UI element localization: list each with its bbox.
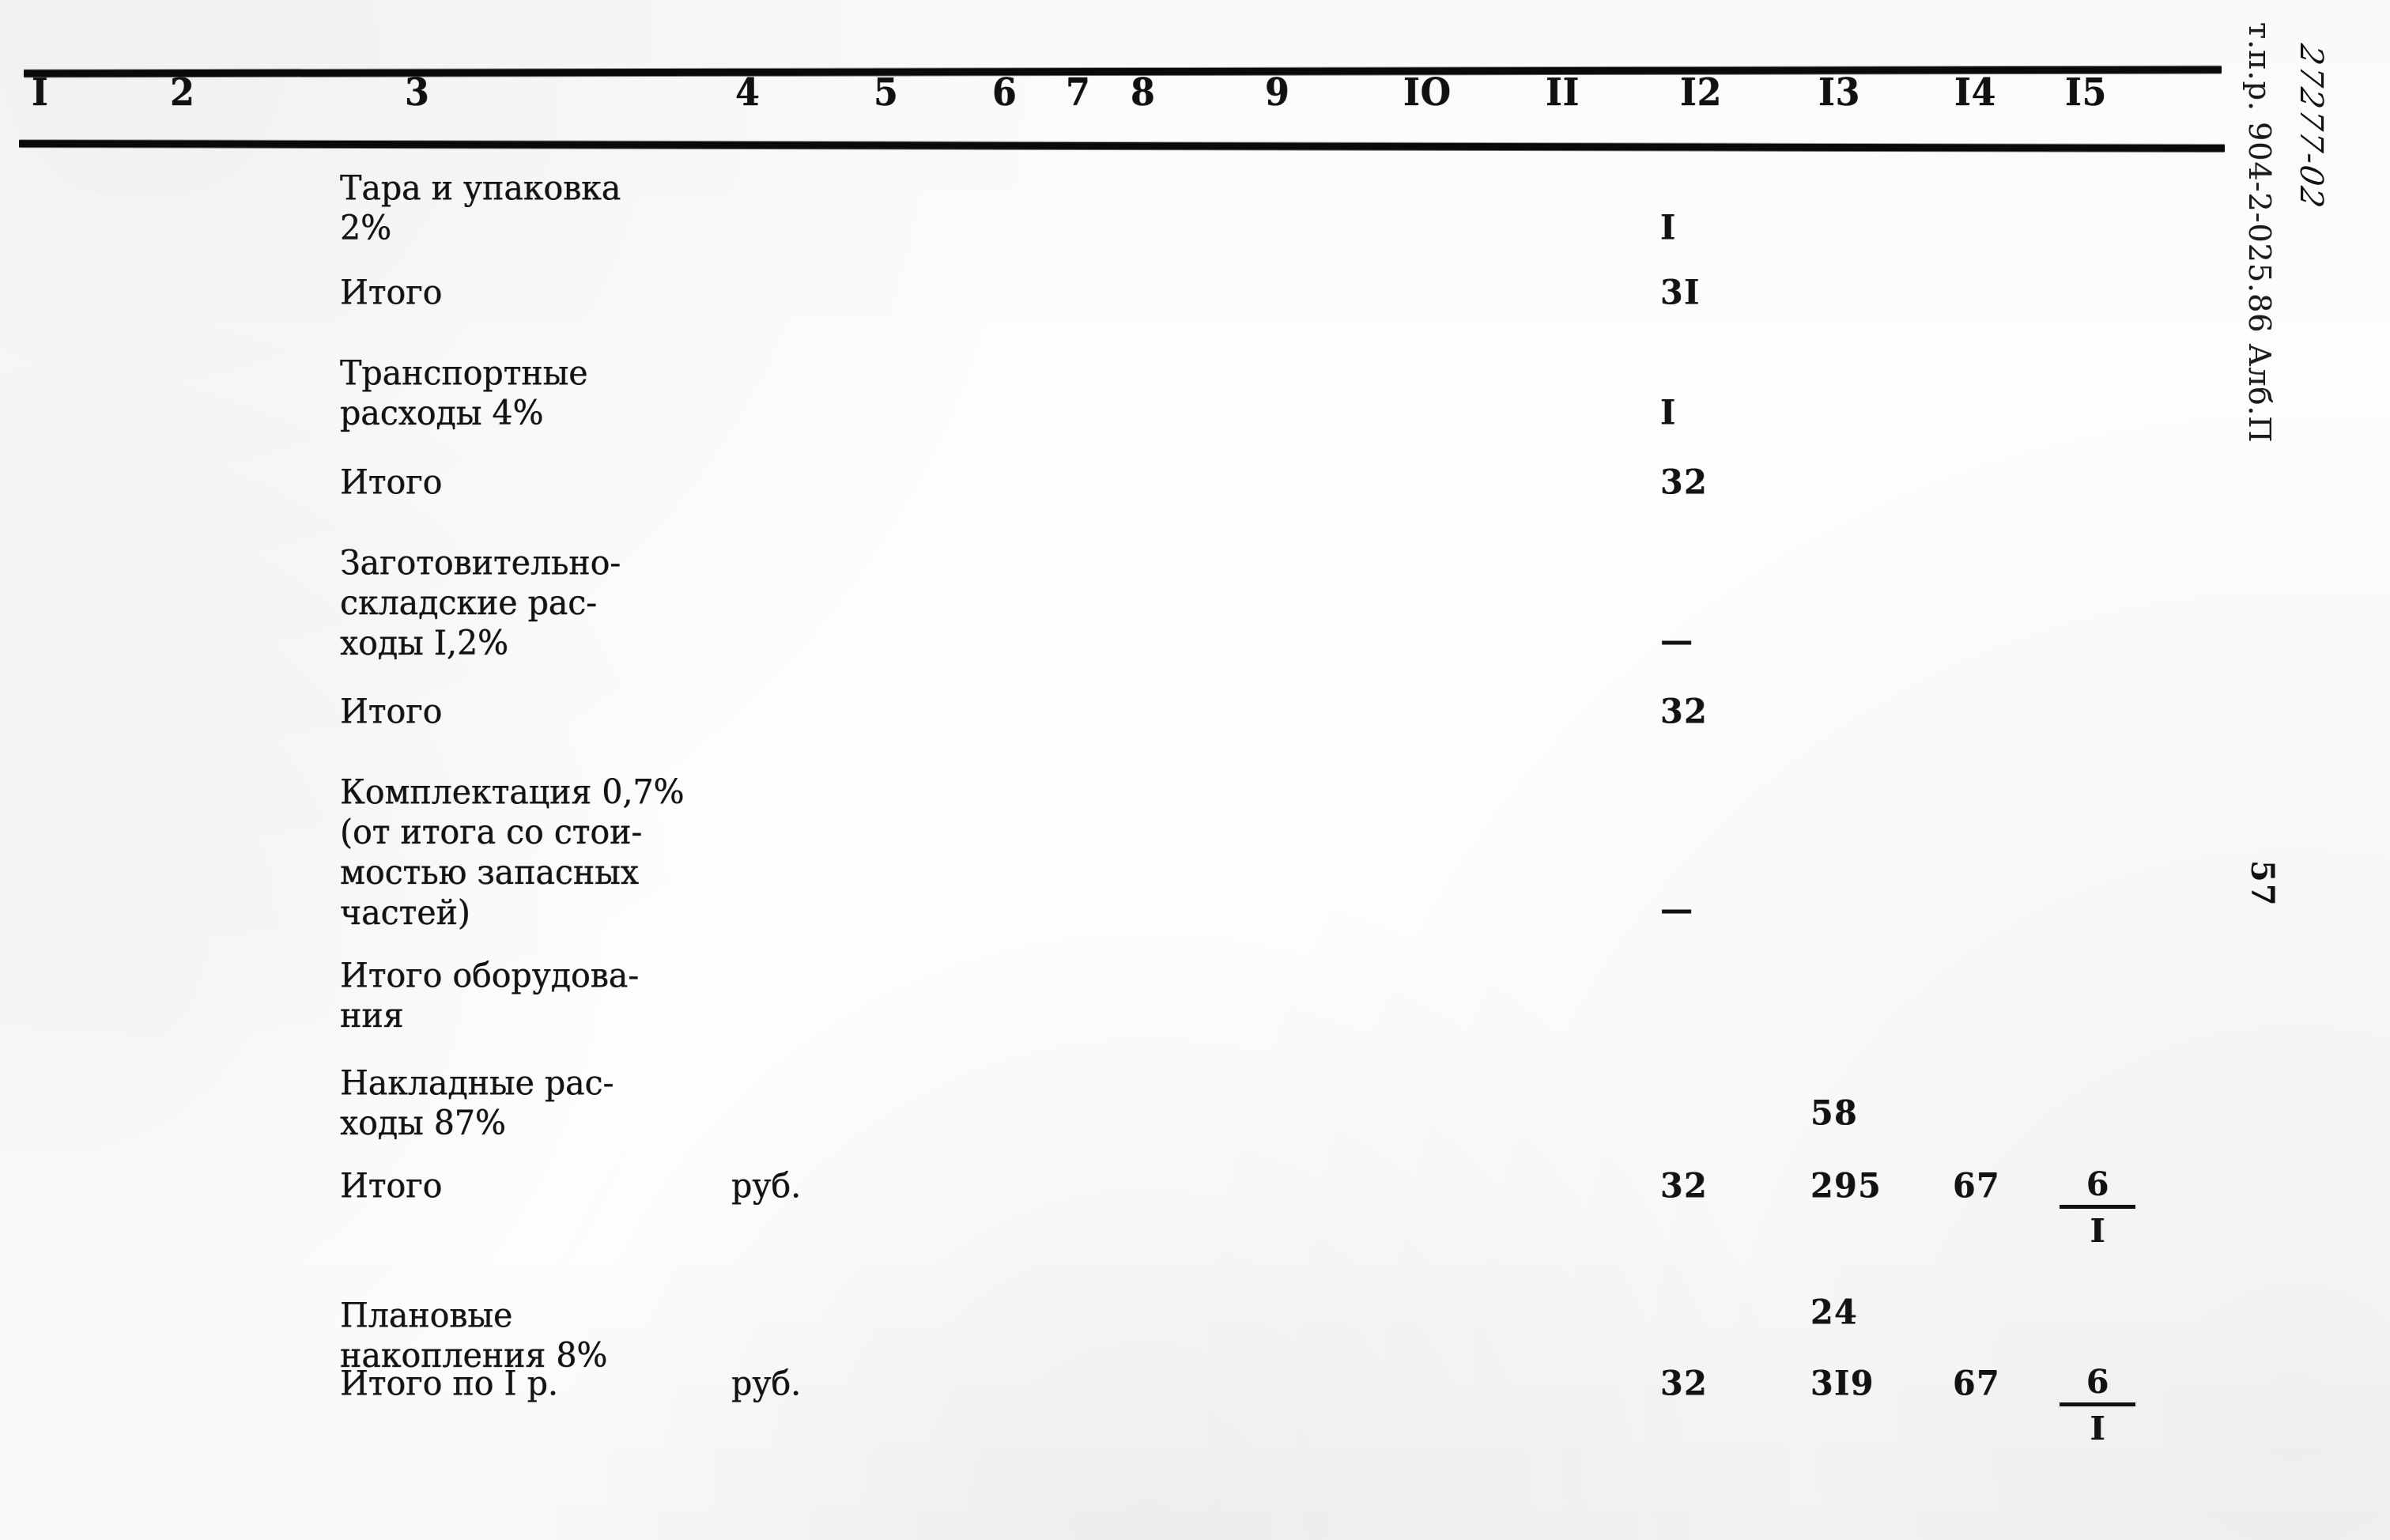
scanned-page: I 2 3 4 5 6 7 8 9 IO II I2 I3 I4 I5 Тара… <box>0 0 2390 1540</box>
row-col13-value: 295 <box>1810 1165 1882 1206</box>
row-description: Итого <box>340 691 443 731</box>
column-header-7: 7 <box>1066 70 1091 115</box>
page-number: 57 <box>2244 860 2281 908</box>
row-col12-value: 32 <box>1660 691 1708 731</box>
margin-document-code-text: т.п.р. 904-2-025.86 Алб.П <box>2242 22 2277 444</box>
column-header-10: IO <box>1403 70 1452 115</box>
row-col15-fraction: 6 I <box>2060 1165 2135 1253</box>
column-header-4: 4 <box>735 70 761 115</box>
fraction-numerator: 6 <box>2060 1165 2135 1209</box>
row-col12-value: 32 <box>1660 1363 1708 1403</box>
column-header-6: 6 <box>992 70 1018 115</box>
fraction-denominator: I <box>2090 1410 2105 1448</box>
fraction-denominator: I <box>2090 1212 2105 1250</box>
column-header-3: 3 <box>405 70 430 115</box>
column-header-5: 5 <box>874 70 899 115</box>
row-col12-value: I <box>1660 207 1677 247</box>
row-col13-value: 24 <box>1810 1292 1859 1332</box>
margin-handwritten-number: 27277-02 <box>2293 41 2329 212</box>
row-unit-value: руб. <box>731 1363 802 1403</box>
header-rule-bottom <box>18 140 2226 152</box>
row-col12-value: 32 <box>1660 1165 1708 1206</box>
row-col12-value: 32 <box>1660 462 1708 502</box>
column-header-15: I5 <box>2065 70 2108 115</box>
row-col13-value: 3I9 <box>1810 1363 1875 1403</box>
row-col12-value: — <box>1660 620 1693 660</box>
row-description: Заготовительно- складские рас- ходы I,2% <box>340 542 621 663</box>
row-unit-value: руб. <box>731 1165 802 1206</box>
column-header-12: I2 <box>1680 70 1723 115</box>
fraction-numerator: 6 <box>2060 1363 2135 1406</box>
row-col14-value: 67 <box>1953 1363 2001 1403</box>
row-col12-value: — <box>1660 889 1693 929</box>
row-col15-fraction: 6 I <box>2060 1363 2135 1451</box>
row-description: Итого <box>340 1165 443 1206</box>
row-description: Транспортные расходы 4% <box>340 353 588 433</box>
column-header-2: 2 <box>170 70 195 115</box>
row-col12-value: 3I <box>1660 272 1701 312</box>
row-col13-value: 58 <box>1810 1093 1859 1133</box>
column-header-8: 8 <box>1131 70 1156 115</box>
table-column-header: I 2 3 4 5 6 7 8 9 IO II I2 I3 I4 I5 <box>0 70 2237 139</box>
row-col14-value: 67 <box>1953 1165 2001 1206</box>
row-description: Комплектация 0,7% (от итога со стои- мос… <box>340 772 685 933</box>
row-description: Итого по I р. <box>340 1363 558 1403</box>
column-header-14: I4 <box>1954 70 1997 115</box>
column-header-13: I3 <box>1818 70 1861 115</box>
row-description: Итого оборудова- ния <box>340 955 640 1036</box>
row-description: Тара и упаковка 2% <box>340 168 621 248</box>
column-header-9: 9 <box>1265 70 1290 115</box>
column-header-11: II <box>1546 70 1580 115</box>
row-col12-value: I <box>1660 392 1677 432</box>
column-header-1: I <box>32 70 49 115</box>
row-description: Накладные рас- ходы 87% <box>340 1063 614 1143</box>
row-description: Итого <box>340 272 443 312</box>
row-description: Итого <box>340 462 443 502</box>
